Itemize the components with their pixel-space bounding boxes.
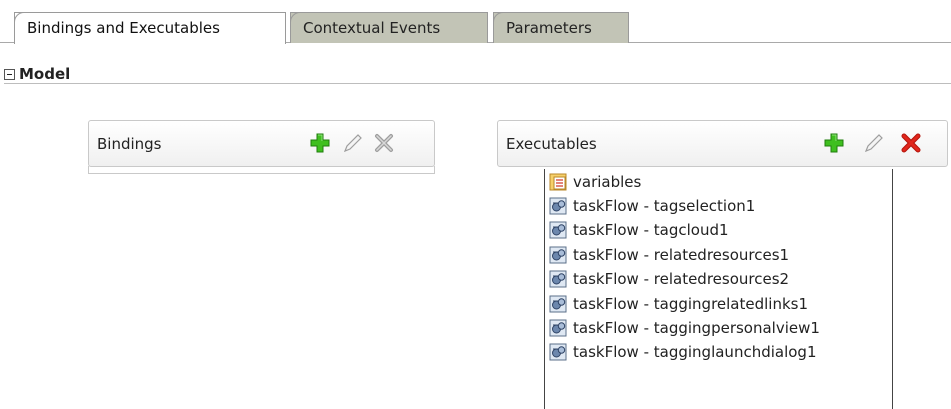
section-divider (4, 83, 951, 84)
add-binding-button[interactable] (308, 131, 332, 155)
delete-icon (901, 133, 921, 153)
tab-corner (14, 12, 25, 23)
tree-item-label: taskFlow - taggingpersonalview1 (573, 319, 820, 337)
delete-binding-button[interactable] (372, 131, 396, 155)
tab-label: Bindings and Executables (27, 19, 220, 37)
tree-item-label: taskFlow - tagginglaunchdialog1 (573, 343, 817, 361)
collapse-toggle[interactable] (4, 68, 15, 80)
bindings-list (88, 166, 435, 174)
taskflow-icon (549, 246, 567, 264)
edit-icon (343, 134, 362, 153)
tree-item-label: taskFlow - relatedresources2 (573, 270, 790, 288)
tree-item-variables[interactable]: variables (549, 171, 641, 193)
tree-item-label: variables (573, 173, 642, 191)
taskflow-icon (549, 319, 567, 337)
taskflow-icon (549, 295, 567, 313)
tab-contextual-events[interactable]: Contextual Events (290, 12, 488, 43)
delete-icon (375, 134, 393, 152)
edit-icon (864, 134, 883, 153)
tree-item-label: taskFlow - tagselection1 (573, 197, 756, 215)
variables-icon (549, 173, 567, 191)
tree-item-taskflow[interactable]: taskFlow - tagcloud1 (549, 219, 729, 241)
executables-panel: Executables variables taskFlow - tagsele… (497, 120, 948, 409)
tree-item-taskflow[interactable]: taskFlow - relatedresources1 (549, 244, 789, 266)
tree-item-taskflow[interactable]: taskFlow - relatedresources2 (549, 268, 789, 290)
bindings-panel: Bindings (88, 120, 435, 175)
executables-tree: variables taskFlow - tagselection1 taskF… (544, 169, 893, 409)
executables-panel-header: Executables (497, 120, 948, 167)
tab-label: Contextual Events (303, 19, 441, 37)
model-section-header: Model (4, 64, 70, 84)
tree-item-taskflow[interactable]: taskFlow - taggingpersonalview1 (549, 317, 820, 339)
taskflow-icon (549, 221, 567, 239)
tree-item-label: taskFlow - tagcloud1 (573, 221, 729, 239)
tree-item-label: taskFlow - relatedresources1 (573, 246, 790, 264)
add-icon (310, 133, 330, 153)
panel-title: Executables (506, 135, 597, 153)
add-icon (824, 133, 844, 153)
tree-item-taskflow[interactable]: taskFlow - tagselection1 (549, 195, 755, 217)
tab-parameters[interactable]: Parameters (493, 12, 629, 43)
tab-corner (290, 12, 301, 23)
tree-item-taskflow[interactable]: taskFlow - taggingrelatedlinks1 (549, 293, 808, 315)
taskflow-icon (549, 197, 567, 215)
tab-corner (493, 12, 504, 23)
delete-executable-button[interactable] (899, 131, 923, 155)
tree-item-taskflow[interactable]: taskFlow - tagginglaunchdialog1 (549, 341, 817, 363)
taskflow-icon (549, 270, 567, 288)
edit-binding-button[interactable] (341, 131, 365, 155)
add-executable-button[interactable] (822, 131, 846, 155)
tab-bindings-and-executables[interactable]: Bindings and Executables (14, 12, 286, 44)
panel-title: Bindings (97, 135, 162, 153)
bindings-panel-header: Bindings (88, 120, 435, 167)
tab-label: Parameters (506, 19, 592, 37)
edit-executable-button[interactable] (862, 131, 886, 155)
tab-bar: Bindings and Executables Contextual Even… (0, 0, 951, 44)
tree-item-label: taskFlow - taggingrelatedlinks1 (573, 295, 809, 313)
taskflow-icon (549, 343, 567, 361)
section-title: Model (19, 65, 71, 83)
